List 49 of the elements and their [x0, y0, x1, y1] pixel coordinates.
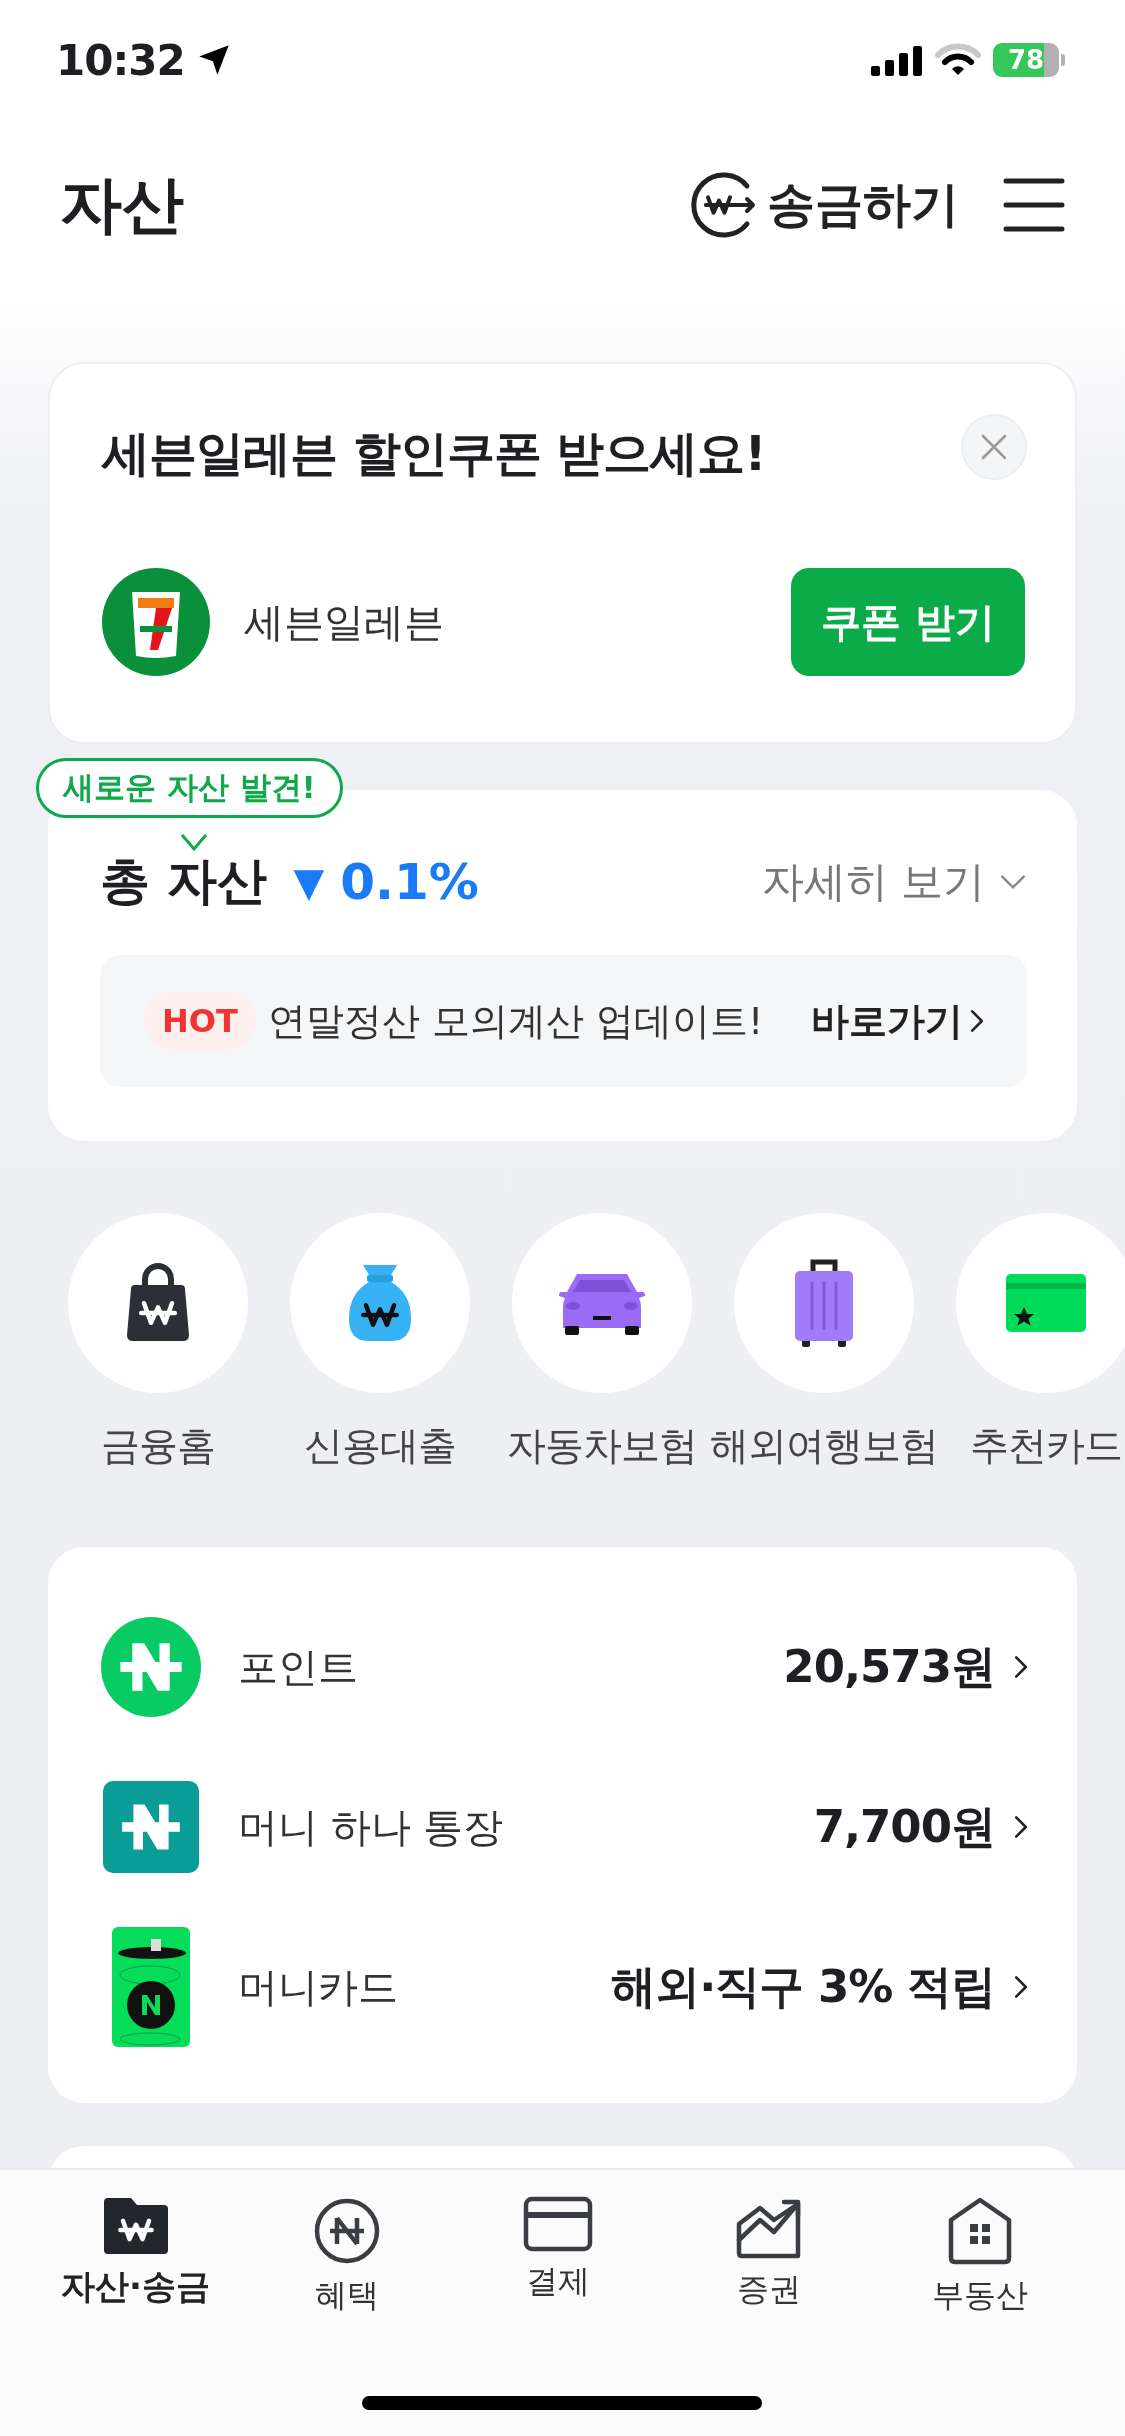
point-logo-icon	[101, 1617, 201, 1717]
tab-button[interactable]: 자산·송금	[50, 2196, 221, 2318]
store-logo-icon	[102, 568, 210, 676]
clock: 10:32	[56, 35, 185, 85]
chevron-right-icon	[1013, 1814, 1029, 1840]
money-card-icon	[112, 1927, 190, 2047]
chevron-down-icon	[999, 872, 1027, 891]
card-icon	[522, 2196, 593, 2252]
account-row[interactable]: 머니 하나 통장 7,700원	[100, 1747, 1029, 1907]
details-link[interactable]: 자세히 보기	[761, 853, 1027, 910]
account-row[interactable]: 머니카드 해외·직구 3% 적립	[100, 1907, 1029, 2067]
tab-button[interactable]: 부동산	[894, 2196, 1065, 2318]
change-rate: 0.1%	[340, 852, 479, 911]
menu-icon	[1003, 177, 1065, 233]
chevron-right-icon	[969, 1008, 985, 1034]
hot-tag: HOT	[144, 992, 256, 1050]
account-value: 7,700원	[813, 1799, 995, 1855]
coupon-title: 세븐일레븐 할인쿠폰 받으세요!	[102, 424, 766, 483]
chevron-right-icon	[1013, 1654, 1029, 1680]
signal-icon	[871, 44, 923, 76]
close-icon	[979, 432, 1009, 462]
account-name: 머니 하나 통장	[238, 1802, 505, 1852]
page-title: 자산	[60, 167, 184, 243]
down-triangle-icon: ▼	[293, 858, 325, 905]
shortcut-label: 해외여행보험	[710, 1422, 938, 1470]
shortcut-label: 추천카드	[970, 1422, 1122, 1470]
tab-button[interactable]: 증권	[683, 2196, 854, 2318]
wifi-icon	[935, 43, 981, 77]
card-icon	[1005, 1273, 1087, 1333]
shortcut-label: 신용대출	[304, 1422, 456, 1470]
account-value: 20,573원	[783, 1639, 995, 1695]
menu-button[interactable]	[1003, 177, 1065, 233]
new-asset-tooltip: 새로운 자산 발견!	[36, 758, 343, 818]
chevron-right-icon	[1013, 1974, 1029, 2000]
tab-button[interactable]: 혜택	[261, 2196, 432, 2318]
notice-banner[interactable]: HOT 연말정산 모의계산 업데이트! 바로가기	[100, 955, 1027, 1087]
shortcut-label: 금융홈	[101, 1422, 215, 1470]
total-assets-title: 총 자산	[100, 851, 268, 912]
account-name: 포인트	[238, 1642, 359, 1692]
tab-button[interactable]: 결제	[472, 2196, 643, 2318]
shortcut-link[interactable]: 바로가기	[811, 995, 985, 1047]
bankbook-logo-icon	[103, 1781, 199, 1873]
shortcut-label: 자동차보험	[507, 1422, 697, 1470]
transfer-button[interactable]: 송금하기	[689, 170, 959, 240]
store-name: 세븐일레븐	[244, 597, 444, 647]
account-row[interactable]: 포인트 20,573원	[100, 1587, 1029, 1747]
account-value: 해외·직구 3% 적립	[611, 1959, 995, 2015]
notice-text: 연말정산 모의계산 업데이트!	[267, 997, 764, 1045]
account-name: 머니카드	[238, 1962, 399, 2012]
